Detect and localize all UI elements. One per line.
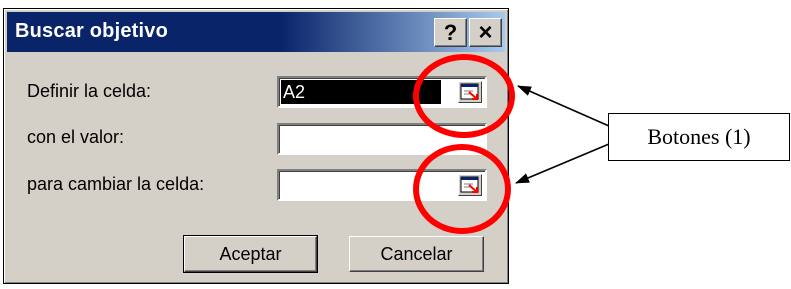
callout-label: Botones (1) bbox=[608, 113, 790, 161]
arrow-to-top-button bbox=[517, 85, 610, 127]
arrow-to-bottom-button bbox=[515, 143, 610, 184]
